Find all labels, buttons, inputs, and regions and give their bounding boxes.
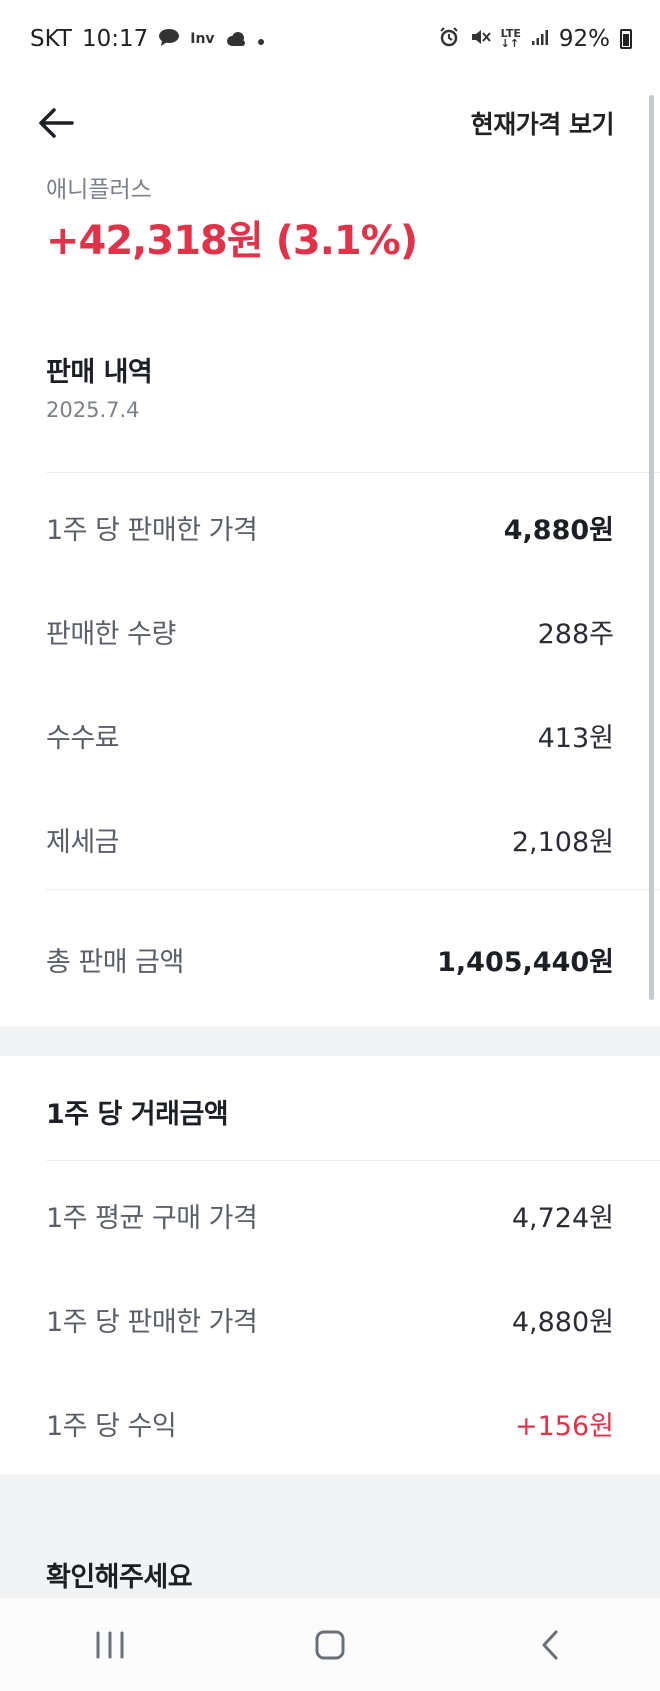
status-right: LTE ↓↑ 92% xyxy=(439,26,632,52)
sale-row-tax: 제세금 2,108원 xyxy=(46,820,614,859)
row-label: 판매한 수량 xyxy=(46,619,176,650)
battery-percent: 92% xyxy=(558,26,610,52)
system-nav-bar xyxy=(0,1598,660,1691)
cloud-icon xyxy=(225,27,247,51)
per-share-profit-value: +156원 xyxy=(515,1411,614,1442)
signal-icon xyxy=(531,27,549,51)
sale-date: 2025.7.4 xyxy=(46,398,140,422)
section-separator xyxy=(0,1026,660,1056)
home-button[interactable] xyxy=(300,1615,360,1675)
arrow-left-icon xyxy=(39,108,74,138)
home-icon xyxy=(315,1630,345,1659)
chevron-left-icon xyxy=(542,1630,558,1659)
row-label: 1주 당 판매한 가격 xyxy=(46,515,258,546)
divider xyxy=(46,889,660,890)
chat-bubble-icon xyxy=(158,27,180,51)
divider xyxy=(46,1160,660,1161)
row-label: 총 판매 금액 xyxy=(46,947,184,978)
recent-apps-icon xyxy=(96,1631,124,1658)
battery-icon xyxy=(620,29,632,49)
status-bar: SKT 10:17 Inv LTE ↓↑ 92% xyxy=(0,0,660,78)
row-value: 2,108원 xyxy=(511,827,614,858)
row-label: 제세금 xyxy=(46,827,120,858)
alarm-icon xyxy=(439,26,459,52)
app-bar: 현재가격 보기 xyxy=(0,78,660,168)
per-share-title: 1주 당 거래금액 xyxy=(46,1099,229,1130)
recent-apps-button[interactable] xyxy=(80,1615,140,1675)
per-share-row-sell: 1주 당 판매한 가격 4,880원 xyxy=(46,1300,614,1339)
inv-app-icon: Inv xyxy=(190,31,215,47)
notice-title: 확인해주세요 xyxy=(46,1562,193,1593)
lte-icon: LTE ↓↑ xyxy=(500,27,521,50)
status-left: SKT 10:17 Inv xyxy=(30,26,265,52)
sale-row-quantity: 판매한 수량 288주 xyxy=(46,612,614,651)
mute-icon xyxy=(469,27,491,52)
row-label: 수수료 xyxy=(46,723,120,754)
scrollbar[interactable] xyxy=(649,95,654,1000)
sale-row-price: 1주 당 판매한 가격 4,880원 xyxy=(46,508,614,547)
sale-row-fee: 수수료 413원 xyxy=(46,716,614,755)
row-value: 413원 xyxy=(537,723,614,754)
back-button[interactable] xyxy=(34,101,78,145)
row-label: 1주 당 수익 xyxy=(46,1411,177,1442)
sale-row-total: 총 판매 금액 1,405,440원 xyxy=(46,940,614,979)
divider xyxy=(46,472,660,473)
row-label: 1주 평균 구매 가격 xyxy=(46,1203,258,1234)
dot-icon xyxy=(257,27,265,51)
system-back-button[interactable] xyxy=(520,1615,580,1675)
per-share-row-avg-buy: 1주 평균 구매 가격 4,724원 xyxy=(46,1196,614,1235)
row-value: 4,880원 xyxy=(503,515,614,546)
row-value: 4,880원 xyxy=(511,1307,614,1338)
row-value: 288주 xyxy=(537,619,614,650)
stock-name: 애니플러스 xyxy=(46,177,152,203)
view-current-price-button[interactable]: 현재가격 보기 xyxy=(471,105,615,141)
row-value: 4,724원 xyxy=(511,1203,614,1234)
sale-history-title: 판매 내역 xyxy=(46,357,153,388)
profit-headline: +42,318원 (3.1%) xyxy=(46,218,418,264)
row-label: 1주 당 판매한 가격 xyxy=(46,1307,258,1338)
carrier-label: SKT xyxy=(30,26,72,52)
total-sale-amount: 1,405,440원 xyxy=(437,947,614,978)
per-share-row-profit: 1주 당 수익 +156원 xyxy=(46,1404,614,1443)
clock: 10:17 xyxy=(81,26,149,52)
